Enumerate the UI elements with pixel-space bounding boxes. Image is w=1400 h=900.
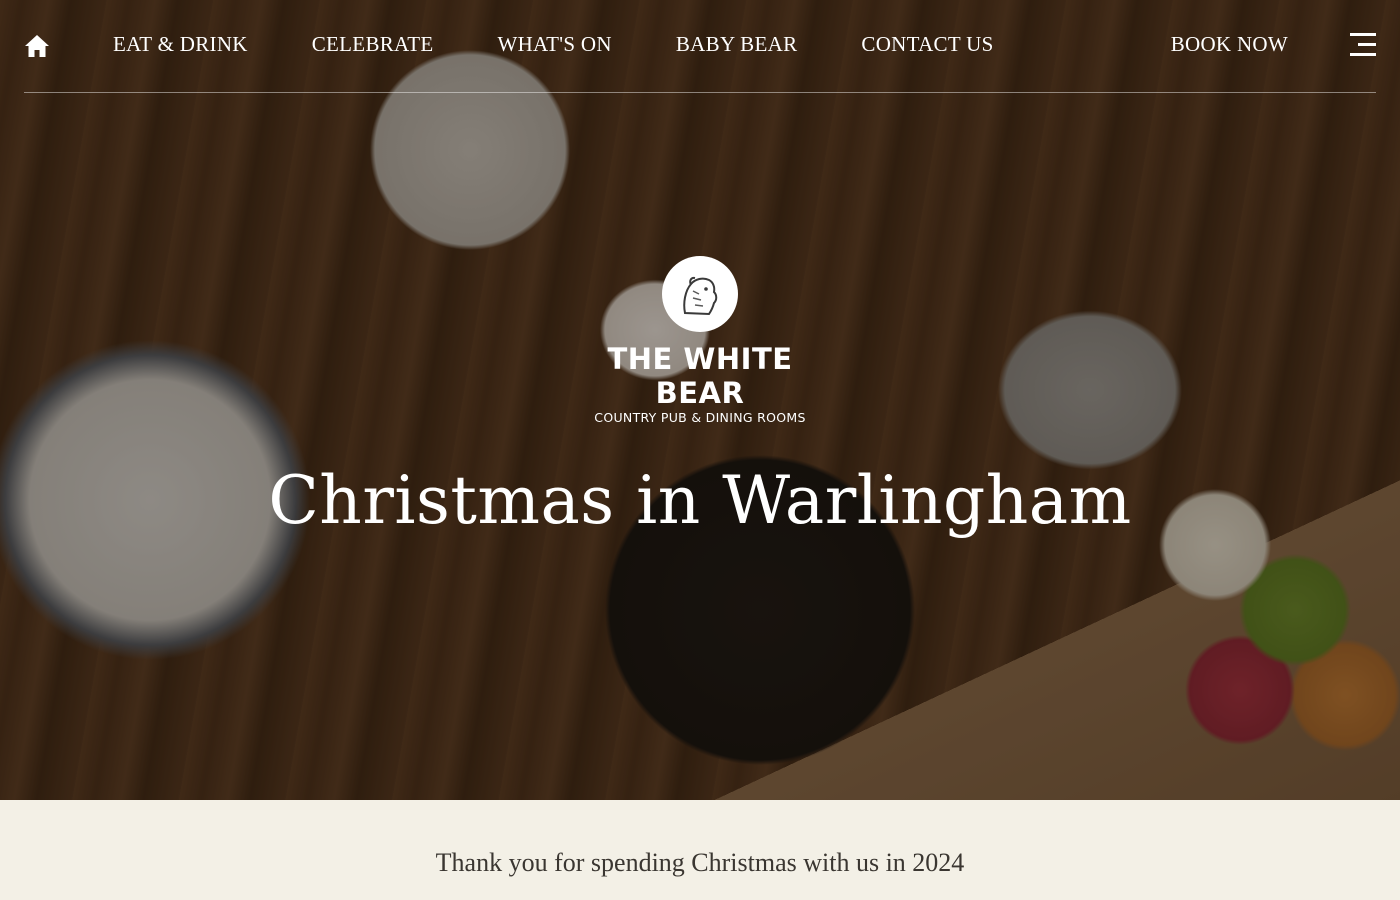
intro-section: Thank you for spending Christmas with us… xyxy=(0,800,1400,900)
logo-tagline: COUNTRY PUB & DINING ROOMS xyxy=(594,410,806,425)
hero-title: Christmas in Warlingham xyxy=(268,462,1132,539)
nav-link-eat-drink[interactable]: EAT & DRINK xyxy=(113,32,248,57)
nav-link-baby-bear[interactable]: BABY BEAR xyxy=(676,32,798,57)
intro-text: Thank you for spending Christmas with us… xyxy=(435,848,965,877)
hero-section: EAT & DRINK CELEBRATE WHAT'S ON BABY BEA… xyxy=(0,0,1400,800)
nav-links: EAT & DRINK CELEBRATE WHAT'S ON BABY BEA… xyxy=(113,32,994,57)
main-navigation: EAT & DRINK CELEBRATE WHAT'S ON BABY BEA… xyxy=(24,0,1376,93)
hamburger-menu-icon xyxy=(1350,33,1376,36)
nav-link-whats-on[interactable]: WHAT'S ON xyxy=(497,32,611,57)
nav-link-contact-us[interactable]: CONTACT US xyxy=(861,32,993,57)
nav-link-celebrate[interactable]: CELEBRATE xyxy=(312,32,434,57)
home-link[interactable] xyxy=(24,33,50,59)
logo-name: THE WHITE BEAR xyxy=(607,342,793,410)
logo-badge xyxy=(662,256,738,332)
book-now-button[interactable]: BOOK NOW xyxy=(1171,32,1288,57)
bear-logo-icon xyxy=(683,276,718,316)
home-icon xyxy=(25,35,49,57)
site-logo[interactable]: THE WHITE BEAR COUNTRY PUB & DINING ROOM… xyxy=(560,256,840,425)
hamburger-menu-button[interactable] xyxy=(1350,33,1376,57)
